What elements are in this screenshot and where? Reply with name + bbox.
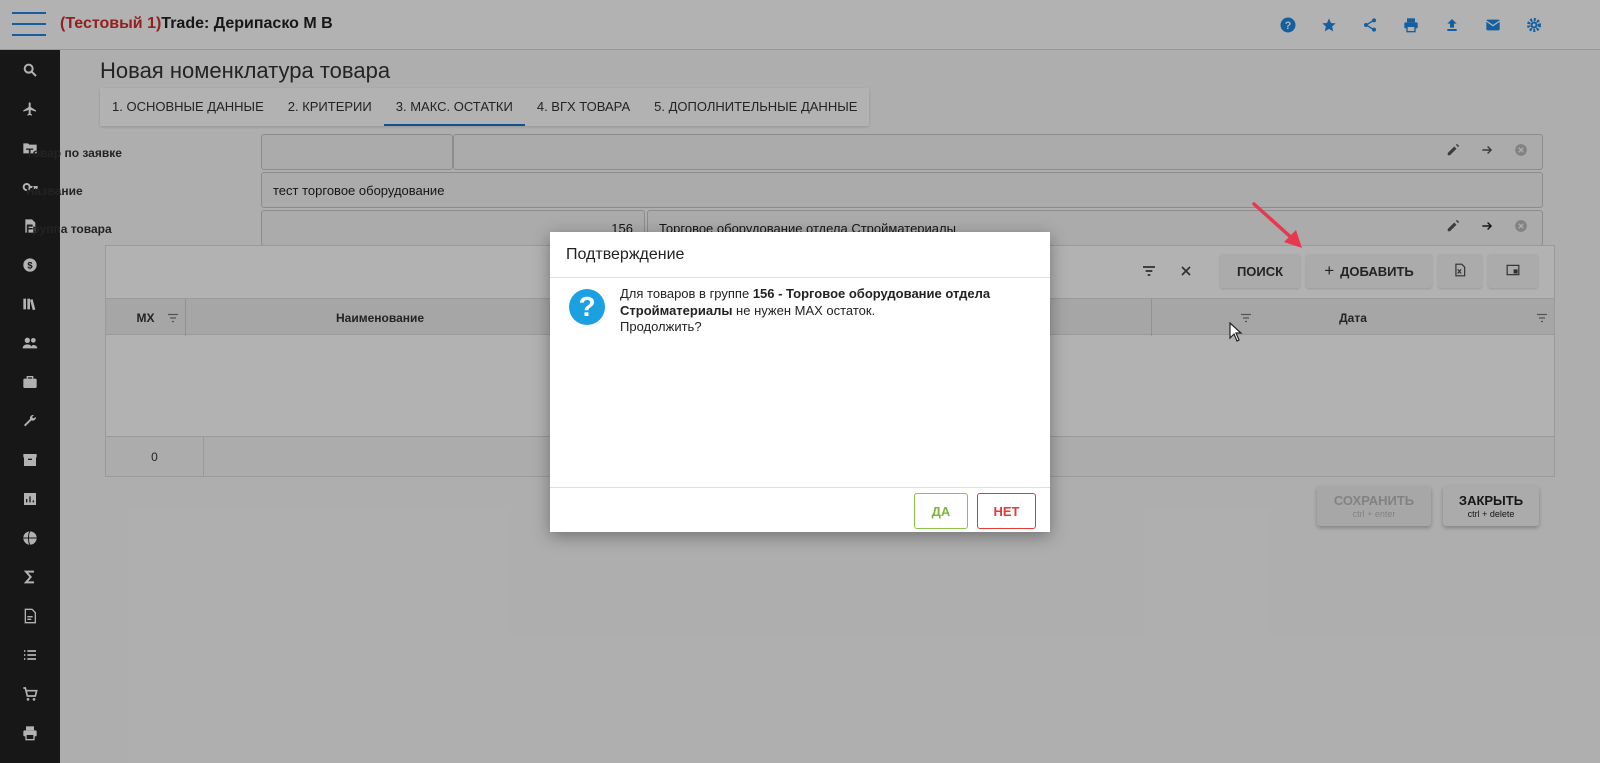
confirmation-dialog: Подтверждение ? Для товаров в группе 156… — [550, 232, 1050, 532]
annotation-arrow-icon — [1250, 200, 1310, 260]
yes-button[interactable]: ДА — [914, 493, 968, 529]
dialog-title: Подтверждение — [566, 246, 685, 263]
question-icon: ? — [569, 289, 605, 325]
dialog-message: Для товаров в группе 156 - Торговое обор… — [620, 286, 991, 334]
divider — [550, 277, 1050, 278]
divider — [550, 487, 1050, 488]
no-button[interactable]: НЕТ — [977, 493, 1036, 529]
mouse-cursor-icon — [1229, 321, 1243, 347]
